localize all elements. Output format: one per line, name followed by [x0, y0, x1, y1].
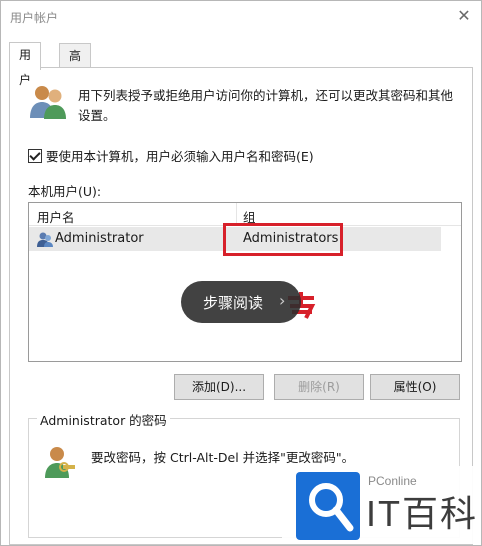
- tab-users[interactable]: 用户: [9, 42, 42, 87]
- delete-button[interactable]: 删除(R): [274, 374, 364, 400]
- window-title: 用户帐户: [10, 11, 59, 25]
- chevron-right-icon: ›: [279, 291, 286, 310]
- require-login-label: 要使用本计算机，用户必须输入用户名和密码(E): [46, 149, 314, 164]
- watermark-brand-small: PConline: [368, 474, 417, 488]
- local-users-label: 本机用户(U):: [28, 184, 102, 199]
- panel-description: 用下列表授予或拒绝用户访问你的计算机，还可以更改其密码和其他设置。: [78, 88, 454, 123]
- tab-advanced[interactable]: 高级: [59, 43, 92, 88]
- close-icon[interactable]: ✕: [453, 5, 475, 27]
- password-instructions: 要改密码，按 Ctrl-Alt-Del 并选择"更改密码"。: [91, 450, 355, 465]
- key-user-icon: [45, 447, 75, 478]
- read-steps-label: 步骤阅读: [203, 294, 264, 312]
- require-login-checkbox[interactable]: [28, 148, 42, 163]
- users-icon: [30, 86, 66, 119]
- pconline-watermark: PConline IT百科: [282, 466, 480, 544]
- pconline-logo-icon: [296, 472, 360, 540]
- watermark-brand-big: IT百科: [366, 493, 478, 534]
- user-accounts-window: 用户帐户 ✕ 用户 高级 用下列表授予或拒绝用户访问你的计算机，还可以更改其密码…: [0, 0, 482, 546]
- highlight-box: [223, 223, 343, 256]
- row-username: Administrator: [55, 231, 144, 246]
- user-row-icon: [37, 232, 53, 247]
- read-steps-button[interactable]: 步骤阅读 ›: [181, 281, 301, 323]
- require-login-row[interactable]: 要使用本计算机，用户必须输入用户名和密码(E): [28, 146, 314, 165]
- properties-button[interactable]: 属性(O): [370, 374, 460, 400]
- column-separator[interactable]: [236, 203, 237, 225]
- add-button[interactable]: 添加(D)...: [174, 374, 264, 400]
- title-bar: 用户帐户 ✕: [1, 1, 481, 33]
- column-header-username[interactable]: 用户名: [37, 207, 75, 226]
- password-group-title: Administrator 的密码: [37, 410, 170, 429]
